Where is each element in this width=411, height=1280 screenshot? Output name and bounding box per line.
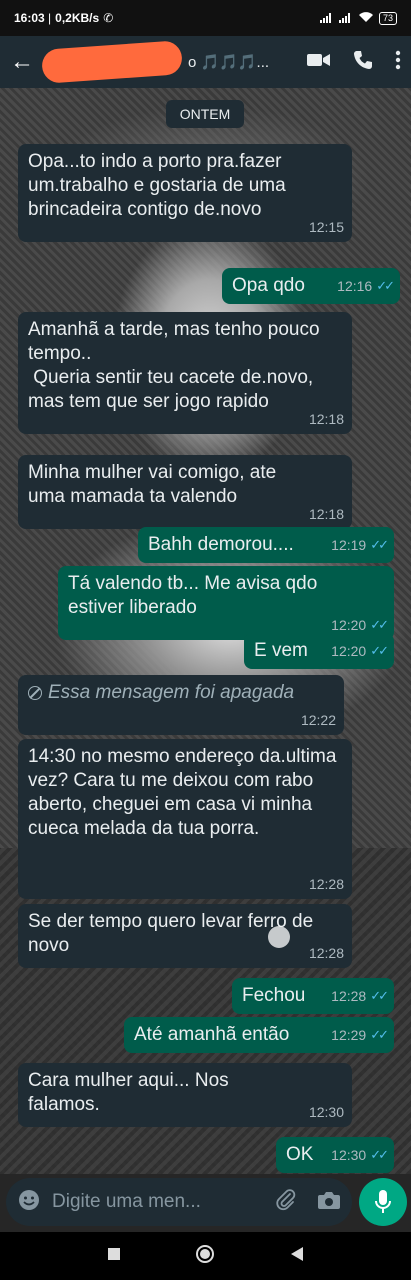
wifi-icon	[358, 11, 374, 26]
video-call-icon[interactable]	[307, 52, 331, 73]
message-outgoing[interactable]: Fechou 12:28 ✓✓	[232, 978, 394, 1014]
voice-call-icon[interactable]	[353, 50, 373, 75]
double-check-icon: ✓✓	[370, 1027, 389, 1042]
message-text: Cara mulher aqui... Nos falamos.	[28, 1070, 229, 1115]
message-input-container	[6, 1178, 352, 1226]
message-text: Fechou	[242, 985, 306, 1006]
back-button[interactable]	[291, 1246, 304, 1266]
system-navigation-bar	[0, 1232, 411, 1280]
redacted-contact-name[interactable]	[40, 40, 184, 84]
message-time: 12:22	[300, 712, 336, 728]
message-input[interactable]	[50, 1190, 254, 1214]
message-outgoing[interactable]: Bahh demorou.... 12:19 ✓✓	[138, 527, 394, 563]
message-text: Opa...to indo a porto pra.fazer um.traba…	[28, 151, 286, 220]
message-outgoing[interactable]: E vem 12:20 ✓✓	[244, 633, 394, 669]
home-button[interactable]	[195, 1244, 215, 1269]
message-meta: 12:18	[309, 407, 344, 431]
more-options-icon[interactable]	[395, 50, 401, 75]
double-check-icon: ✓✓	[370, 1147, 389, 1162]
message-incoming[interactable]: Opa...to indo a porto pra.fazer um.traba…	[18, 144, 352, 242]
message-meta: 12:19 ✓✓	[331, 533, 389, 557]
message-time: 12:15	[308, 219, 344, 235]
date-separator: ONTEM	[166, 100, 244, 128]
deleted-message-label: Essa mensagem foi apagada	[28, 681, 334, 705]
message-meta: 12:28	[309, 872, 344, 896]
whatsapp-status-icon: ✆	[103, 11, 114, 25]
message-meta: 12:30 ✓✓	[331, 1143, 389, 1167]
status-icons: 73	[319, 11, 397, 26]
message-time: 12:18	[308, 411, 344, 427]
status-time: 16:03	[14, 11, 45, 25]
message-meta: 12:16 ✓✓	[337, 274, 395, 298]
message-text: Até amanhã então	[134, 1024, 290, 1045]
message-time: 12:19	[331, 537, 367, 553]
message-incoming[interactable]: Cara mulher aqui... Nos falamos. 12:30	[18, 1063, 352, 1127]
attach-icon[interactable]	[276, 1188, 296, 1216]
microphone-button[interactable]	[359, 1178, 407, 1226]
message-meta: 12:20 ✓✓	[331, 639, 389, 663]
message-text: E vem	[254, 640, 308, 661]
status-bar: 16:03 | 0,2KB/s ✆ 73	[0, 0, 411, 36]
touch-indicator	[268, 926, 290, 948]
message-meta: 12:29 ✓✓	[331, 1023, 389, 1047]
message-incoming[interactable]: 14:30 no mesmo endereço da.ultima vez? C…	[18, 739, 352, 899]
message-time: 12:30	[308, 1104, 344, 1120]
double-check-icon: ✓✓	[370, 988, 389, 1003]
double-check-icon: ✓✓	[370, 643, 389, 658]
signal-icon	[338, 13, 353, 23]
message-text: Tá valendo tb... Me avisa qdo estiver li…	[68, 573, 318, 618]
message-text: Bahh demorou....	[148, 534, 294, 555]
contact-name[interactable]: o 🎵🎵🎵...	[188, 53, 269, 71]
microphone-icon	[375, 1190, 391, 1213]
message-text: OK	[286, 1144, 314, 1165]
double-check-icon: ✓✓	[376, 278, 395, 293]
camera-icon[interactable]	[318, 1191, 340, 1214]
message-incoming[interactable]: Minha mulher vai comigo, ate uma mamada …	[18, 455, 352, 529]
message-time: 12:16	[337, 278, 373, 294]
message-text: Amanhã a tarde, mas tenho pouco tempo.. …	[28, 319, 320, 412]
signal-icon	[319, 13, 334, 23]
message-time: 12:20	[331, 643, 367, 659]
message-time: 12:30	[331, 1147, 367, 1163]
message-time: 12:29	[331, 1027, 367, 1043]
separator: |	[44, 11, 52, 25]
message-deleted[interactable]: Essa mensagem foi apagada 12:22	[18, 675, 344, 735]
message-meta: 12:15	[309, 215, 344, 239]
message-time: 12:28	[308, 945, 344, 961]
message-meta: 12:22	[301, 708, 336, 732]
message-time: 12:28	[331, 988, 367, 1004]
message-incoming[interactable]: Amanhã a tarde, mas tenho pouco tempo.. …	[18, 312, 352, 434]
message-text: 14:30 no mesmo endereço da.ultima vez? C…	[28, 746, 337, 839]
network-speed: 0,2KB/s	[55, 11, 100, 25]
blocked-icon	[28, 686, 42, 700]
message-meta: 12:30	[309, 1100, 344, 1124]
message-text: Minha mulher vai comigo, ate uma mamada …	[28, 462, 277, 507]
message-incoming[interactable]: Se der tempo quero levar ferro de novo 1…	[18, 904, 352, 968]
message-outgoing[interactable]: Opa qdo 12:16 ✓✓	[222, 268, 400, 304]
message-time: 12:28	[308, 876, 344, 892]
back-arrow-icon[interactable]: ←	[10, 48, 38, 76]
message-time: 12:18	[308, 506, 344, 522]
double-check-icon: ✓✓	[370, 537, 389, 552]
message-outgoing[interactable]: OK 12:30 ✓✓	[276, 1137, 394, 1173]
battery-indicator: 73	[378, 11, 397, 25]
chat-area[interactable]: ONTEM Opa...to indo a porto pra.fazer um…	[0, 88, 411, 1174]
message-meta: 12:28 ✓✓	[331, 984, 389, 1008]
message-meta: 12:18	[309, 502, 344, 526]
message-outgoing[interactable]: Até amanhã então 12:29 ✓✓	[124, 1017, 394, 1053]
message-text: Essa mensagem foi apagada	[48, 682, 295, 703]
message-outgoing[interactable]: Tá valendo tb... Me avisa qdo estiver li…	[58, 566, 394, 640]
message-composer	[0, 1174, 411, 1232]
chat-header: ← o 🎵🎵🎵...	[0, 36, 411, 88]
emoji-icon[interactable]	[18, 1189, 40, 1216]
recent-apps-button[interactable]	[107, 1247, 120, 1265]
message-text: Opa qdo	[232, 275, 305, 296]
message-meta: 12:28	[309, 941, 344, 965]
